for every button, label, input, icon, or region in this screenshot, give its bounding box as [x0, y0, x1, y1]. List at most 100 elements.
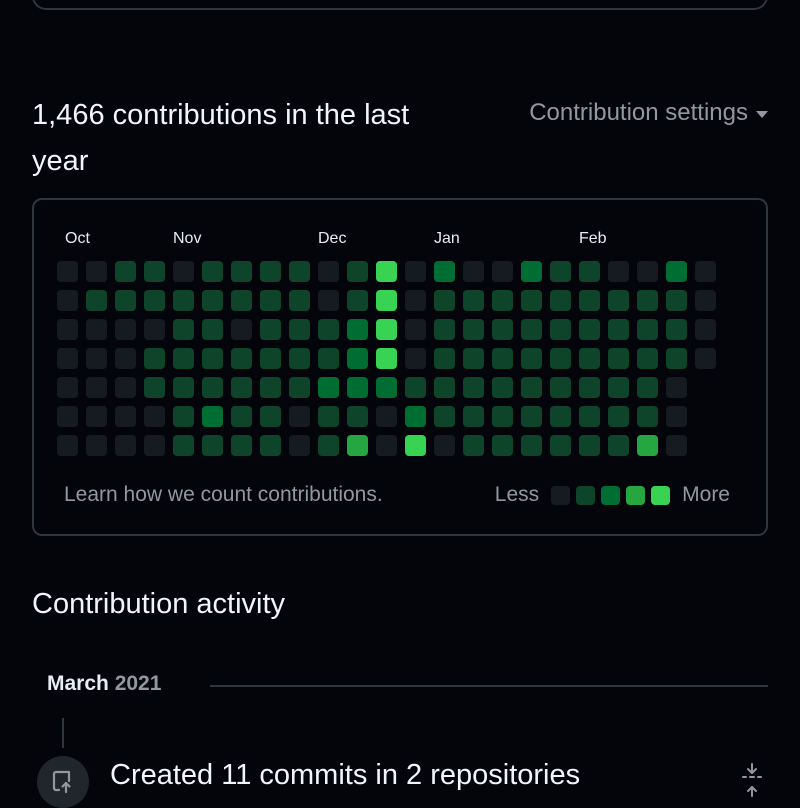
contribution-day[interactable]: [231, 406, 252, 427]
contribution-day[interactable]: [405, 290, 426, 311]
contribution-day[interactable]: [347, 261, 368, 282]
contribution-day[interactable]: [637, 348, 658, 369]
contribution-day[interactable]: [521, 261, 542, 282]
contribution-day[interactable]: [637, 290, 658, 311]
commit-event-summary[interactable]: Created 11 commits in 2 repositories: [110, 759, 580, 792]
contribution-day[interactable]: [405, 261, 426, 282]
contribution-day[interactable]: [405, 406, 426, 427]
contribution-day[interactable]: [144, 435, 165, 456]
contribution-day[interactable]: [521, 435, 542, 456]
contribution-day[interactable]: [550, 406, 571, 427]
contribution-day[interactable]: [173, 319, 194, 340]
contribution-day[interactable]: [695, 290, 716, 311]
contribution-day[interactable]: [521, 406, 542, 427]
contribution-day[interactable]: [318, 377, 339, 398]
contribution-day[interactable]: [550, 348, 571, 369]
contribution-day[interactable]: [86, 290, 107, 311]
contribution-day[interactable]: [376, 377, 397, 398]
contribution-day[interactable]: [115, 435, 136, 456]
contribution-day[interactable]: [231, 290, 252, 311]
contribution-day[interactable]: [144, 290, 165, 311]
contribution-day[interactable]: [86, 406, 107, 427]
contribution-day[interactable]: [289, 377, 310, 398]
contribution-day[interactable]: [231, 319, 252, 340]
contribution-day[interactable]: [666, 348, 687, 369]
contribution-day[interactable]: [608, 261, 629, 282]
contribution-day[interactable]: [231, 261, 252, 282]
contribution-day[interactable]: [376, 319, 397, 340]
contribution-day[interactable]: [637, 435, 658, 456]
contribution-day[interactable]: [231, 348, 252, 369]
contribution-day[interactable]: [666, 290, 687, 311]
contribution-day[interactable]: [318, 435, 339, 456]
contribution-day[interactable]: [579, 261, 600, 282]
contribution-day[interactable]: [202, 290, 223, 311]
contribution-day[interactable]: [492, 319, 513, 340]
contribution-day[interactable]: [463, 377, 484, 398]
contribution-day[interactable]: [115, 348, 136, 369]
contribution-day[interactable]: [144, 319, 165, 340]
contribution-day[interactable]: [521, 290, 542, 311]
contribution-day[interactable]: [463, 435, 484, 456]
contribution-day[interactable]: [289, 319, 310, 340]
contribution-day[interactable]: [347, 290, 368, 311]
contribution-day[interactable]: [57, 261, 78, 282]
contribution-day[interactable]: [347, 319, 368, 340]
contribution-day[interactable]: [289, 348, 310, 369]
contribution-day[interactable]: [695, 261, 716, 282]
contribution-day[interactable]: [86, 348, 107, 369]
contribution-day[interactable]: [666, 261, 687, 282]
contribution-day[interactable]: [376, 406, 397, 427]
contribution-day[interactable]: [492, 435, 513, 456]
contribution-day[interactable]: [57, 435, 78, 456]
contribution-day[interactable]: [550, 319, 571, 340]
contribution-day[interactable]: [115, 290, 136, 311]
contribution-day[interactable]: [57, 348, 78, 369]
contribution-day[interactable]: [666, 319, 687, 340]
contribution-day[interactable]: [115, 406, 136, 427]
learn-contributions-link[interactable]: Learn how we count contributions.: [64, 483, 383, 507]
contribution-settings-dropdown[interactable]: Contribution settings: [529, 99, 768, 127]
contribution-day[interactable]: [608, 319, 629, 340]
contribution-day[interactable]: [492, 377, 513, 398]
contribution-day[interactable]: [144, 261, 165, 282]
contribution-day[interactable]: [57, 290, 78, 311]
contribution-day[interactable]: [318, 406, 339, 427]
contribution-day[interactable]: [173, 290, 194, 311]
contribution-day[interactable]: [492, 406, 513, 427]
contribution-day[interactable]: [260, 435, 281, 456]
contribution-day[interactable]: [347, 406, 368, 427]
contribution-day[interactable]: [579, 290, 600, 311]
contribution-day[interactable]: [550, 290, 571, 311]
contribution-day[interactable]: [289, 290, 310, 311]
contribution-day[interactable]: [144, 406, 165, 427]
contribution-day[interactable]: [608, 406, 629, 427]
contribution-day[interactable]: [289, 435, 310, 456]
contribution-day[interactable]: [521, 319, 542, 340]
contribution-day[interactable]: [202, 348, 223, 369]
contribution-day[interactable]: [376, 348, 397, 369]
contribution-day[interactable]: [405, 377, 426, 398]
contribution-day[interactable]: [173, 377, 194, 398]
contribution-day[interactable]: [434, 261, 455, 282]
contribution-day[interactable]: [637, 406, 658, 427]
contribution-day[interactable]: [231, 435, 252, 456]
contribution-day[interactable]: [463, 290, 484, 311]
contribution-day[interactable]: [405, 319, 426, 340]
contribution-day[interactable]: [666, 377, 687, 398]
contribution-day[interactable]: [260, 319, 281, 340]
contribution-day[interactable]: [173, 435, 194, 456]
contribution-day[interactable]: [318, 261, 339, 282]
contribution-day[interactable]: [608, 435, 629, 456]
contribution-day[interactable]: [86, 319, 107, 340]
contribution-day[interactable]: [86, 261, 107, 282]
contribution-day[interactable]: [115, 319, 136, 340]
contribution-day[interactable]: [115, 377, 136, 398]
contribution-day[interactable]: [144, 348, 165, 369]
contribution-day[interactable]: [202, 377, 223, 398]
contribution-day[interactable]: [434, 377, 455, 398]
contribution-day[interactable]: [260, 261, 281, 282]
contribution-day[interactable]: [579, 348, 600, 369]
contribution-day[interactable]: [434, 290, 455, 311]
contribution-day[interactable]: [202, 319, 223, 340]
